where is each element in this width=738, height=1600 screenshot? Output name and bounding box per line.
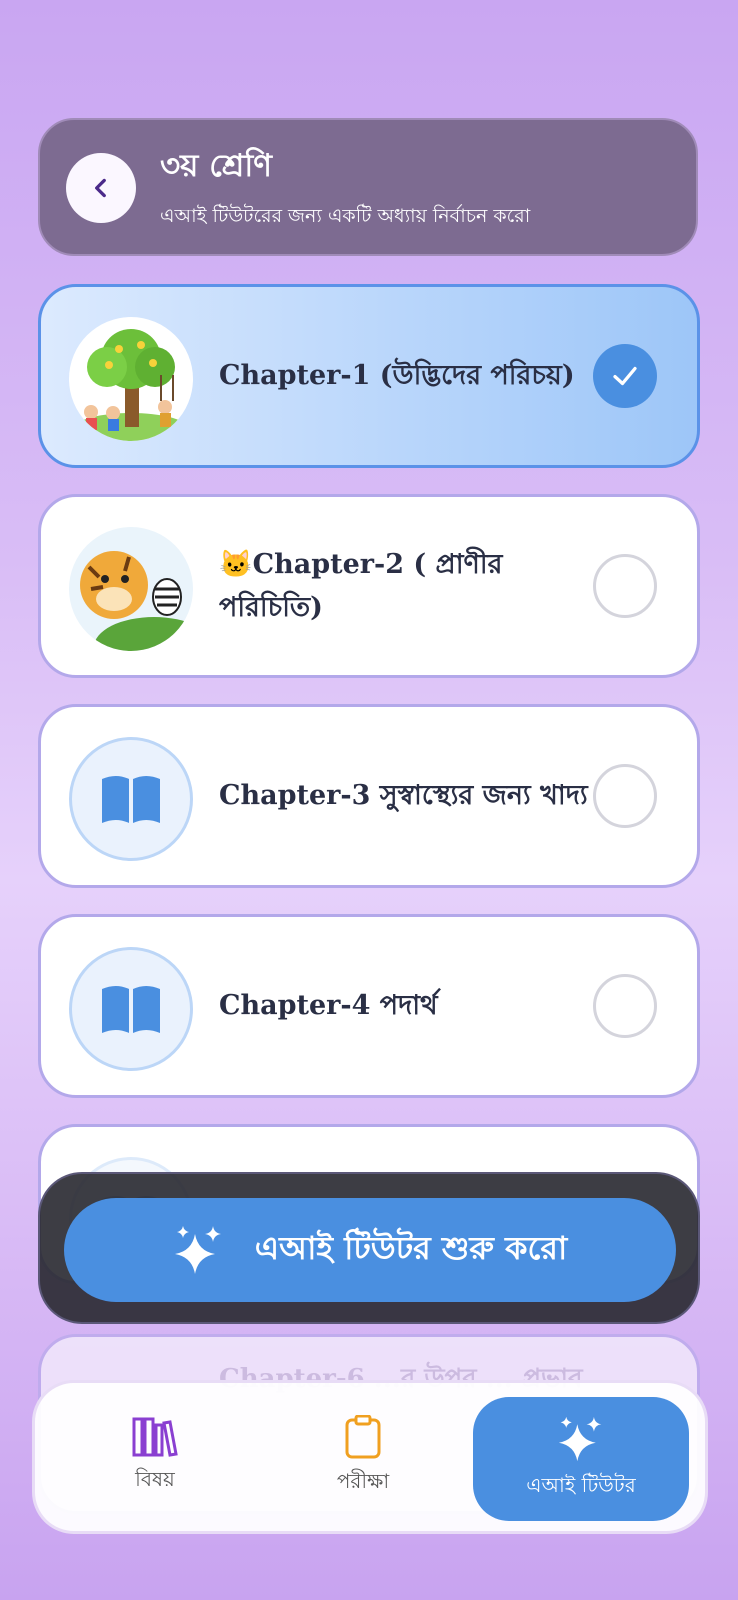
- start-ai-tutor-button[interactable]: এআই টিউটর শুরু করো: [64, 1198, 676, 1302]
- radio-button[interactable]: [593, 764, 657, 828]
- start-ai-tutor-label: এআই টিউটর শুরু করো: [254, 1229, 568, 1267]
- clipboard-icon: [345, 1414, 381, 1458]
- check-icon: [613, 366, 637, 386]
- book-icon-badge: [69, 947, 193, 1071]
- radio-button[interactable]: [593, 554, 657, 618]
- nav-subjects[interactable]: বিষয়: [55, 1383, 255, 1531]
- nav-label: বিষয়: [135, 1466, 175, 1491]
- chapter-title: Chapter-1 (উদ্ভিদের পরিচয়): [219, 360, 575, 392]
- book-icon: [102, 776, 160, 823]
- page-title: ৩য় শ্রেণি: [160, 148, 272, 184]
- sparkles-icon: [558, 1416, 602, 1461]
- radio-button[interactable]: [593, 974, 657, 1038]
- page-subtitle: এআই টিউটরের জন্য একটি অধ্যায় নির্বাচন ক…: [160, 205, 531, 227]
- chevron-left-icon: [95, 178, 106, 198]
- sparkles-icon: [174, 1226, 221, 1274]
- chapter-card-3[interactable]: Chapter-3 সুস্বাস্থ্যের জন্য খাদ্য: [38, 704, 700, 888]
- back-button[interactable]: [66, 153, 136, 223]
- cta-container: এআই টিউটর শুরু করো: [38, 1172, 700, 1324]
- chapter-title: Chapter-4 পদার্থ: [219, 990, 438, 1022]
- nav-label: পরীক্ষা: [336, 1468, 390, 1493]
- chapter-title: Chapter-3 সুস্বাস্থ্যের জন্য খাদ্য: [219, 780, 588, 812]
- tree-kids-image: [69, 317, 193, 441]
- books-icon: [132, 1417, 178, 1457]
- bottom-nav: বিষয় পরীক্ষা এআই টিউটর: [32, 1380, 708, 1534]
- tiger-zebra-image: [69, 527, 193, 651]
- header-bar: ৩য় শ্রেণি এআই টিউটরের জন্য একটি অধ্যায়…: [38, 118, 698, 256]
- nav-exams[interactable]: পরীক্ষা: [263, 1383, 463, 1531]
- chapter-card-4[interactable]: Chapter-4 পদার্থ: [38, 914, 700, 1098]
- chapter-card-2[interactable]: 🐱Chapter-2 ( প্রাণীর পরিচিতি): [38, 494, 700, 678]
- selected-check[interactable]: [593, 344, 657, 408]
- nav-ai-tutor[interactable]: এআই টিউটর: [473, 1397, 689, 1521]
- chapter-card-1[interactable]: Chapter-1 (উদ্ভিদের পরিচয়): [38, 284, 700, 468]
- chapter-title: 🐱Chapter-2 ( প্রাণীর পরিচিতি): [219, 548, 503, 623]
- book-icon: [102, 986, 160, 1033]
- nav-label: এআই টিউটর: [526, 1472, 636, 1497]
- book-icon-badge: [69, 737, 193, 861]
